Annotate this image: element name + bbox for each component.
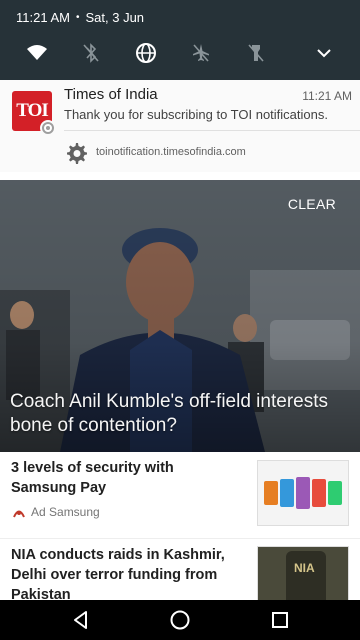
notification-shade: 11:21 AM • Sat, 3 Jun bbox=[0, 0, 360, 80]
hero-headline[interactable]: Coach Anil Kumble's off-field interests … bbox=[10, 390, 355, 438]
status-date[interactable]: Sat, 3 Jun bbox=[85, 10, 144, 25]
screen: CLEAR Coach Anil Kumble's off-field inte… bbox=[0, 0, 360, 640]
list-item[interactable]: NIA conducts raids in Kashmir, Delhi ove… bbox=[0, 539, 360, 600]
airplane-icon[interactable] bbox=[186, 38, 216, 68]
notification-time: 11:21 AM bbox=[302, 89, 352, 103]
notification-app-name: Times of India bbox=[64, 86, 158, 103]
home-icon[interactable] bbox=[165, 606, 195, 634]
sponsor-label: Ad Samsung bbox=[11, 504, 100, 520]
article-thumbnail[interactable]: NIA bbox=[257, 546, 349, 600]
notification-message: Thank you for subscribing to TOI notific… bbox=[64, 107, 328, 122]
status-bar: 11:21 AM • Sat, 3 Jun bbox=[16, 10, 145, 25]
bluetooth-icon[interactable] bbox=[76, 38, 106, 68]
article-title[interactable]: NIA conducts raids in Kashmir, Delhi ove… bbox=[11, 545, 231, 600]
chevron-down-icon[interactable] bbox=[309, 38, 339, 68]
globe-icon[interactable] bbox=[131, 38, 161, 68]
samsung-pay-icon bbox=[11, 504, 27, 520]
wifi-icon[interactable] bbox=[22, 38, 52, 68]
hero-article[interactable]: CLEAR Coach Anil Kumble's off-field inte… bbox=[0, 180, 360, 452]
gear-icon[interactable] bbox=[64, 141, 88, 165]
flashlight-icon[interactable] bbox=[241, 38, 271, 68]
article-title[interactable]: 3 levels of security with Samsung Pay bbox=[11, 458, 231, 498]
recents-icon[interactable] bbox=[265, 606, 295, 634]
news-feed: CLEAR Coach Anil Kumble's off-field inte… bbox=[0, 172, 360, 640]
status-time: 11:21 AM bbox=[16, 10, 70, 25]
chrome-badge-icon bbox=[40, 120, 56, 136]
quick-settings bbox=[0, 38, 360, 68]
notification-site: toinotification.timesofindia.com bbox=[96, 146, 246, 158]
article-thumbnail[interactable] bbox=[257, 460, 349, 526]
list-item[interactable]: 3 levels of security with Samsung Pay Ad… bbox=[0, 452, 360, 538]
back-icon[interactable] bbox=[66, 606, 96, 634]
clear-all-button[interactable]: CLEAR bbox=[288, 196, 336, 212]
navigation-bar bbox=[0, 600, 360, 640]
notification-card[interactable]: TOI Times of India 11:21 AM Thank you fo… bbox=[0, 80, 360, 172]
